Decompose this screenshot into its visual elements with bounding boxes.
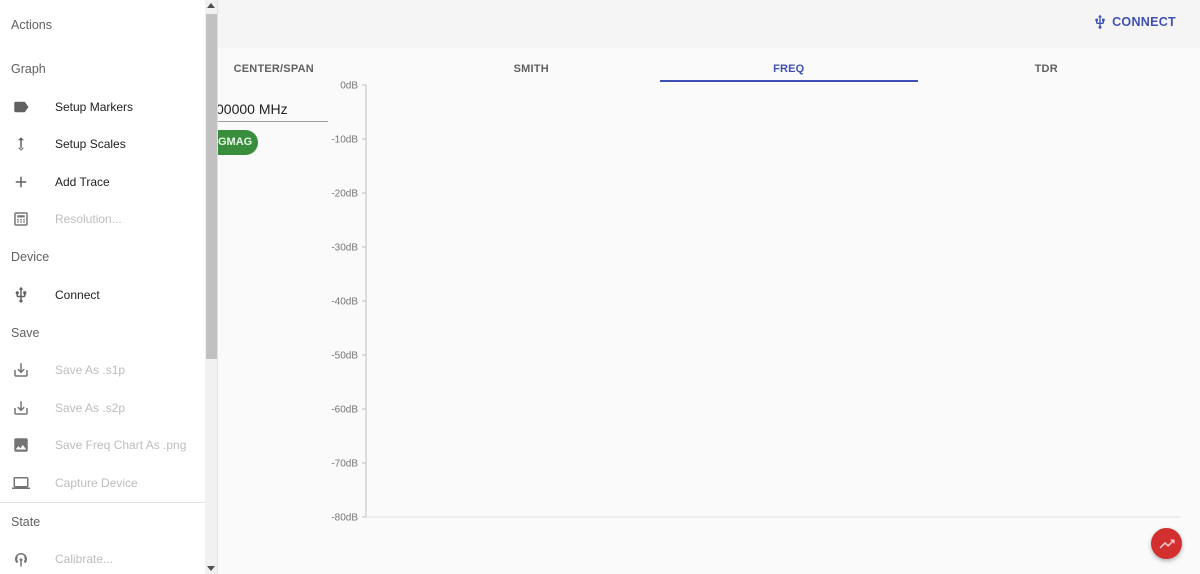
menu-label: Capture Device xyxy=(55,475,138,490)
download-icon xyxy=(13,363,28,377)
chart-fab-button[interactable] xyxy=(1151,528,1182,559)
y-tick-label: -10dB xyxy=(331,135,358,146)
menu-label: Setup Markers xyxy=(55,99,134,114)
section-device: Device xyxy=(11,250,50,264)
section-state: State xyxy=(11,514,41,529)
scroll-down-arrow-icon[interactable] xyxy=(207,566,215,571)
menu-add-trace[interactable]: Add Trace xyxy=(0,163,205,201)
menu-label: Add Trace xyxy=(55,174,110,189)
y-tick-label: 0dB xyxy=(340,81,358,92)
menu-label: Save As .s1p xyxy=(55,363,126,378)
freq-chart: 0dB -10dB -20dB -30dB -40dB -50dB -60dB -70dB -8… xyxy=(331,81,1180,524)
menu-save-s1p[interactable]: Save As .s1p xyxy=(0,352,205,390)
menu-label: Setup Scales xyxy=(55,137,126,152)
scroll-thumb[interactable] xyxy=(206,14,217,359)
trending-up-icon xyxy=(1159,539,1174,548)
navigation-drawer: Actions Graph Setup Markers Setup Scales… xyxy=(0,0,218,574)
menu-connect[interactable]: Connect xyxy=(0,276,205,314)
menu-capture-device[interactable]: Capture Device xyxy=(0,464,205,502)
scroll-up-arrow-icon[interactable] xyxy=(207,3,215,8)
usb-icon xyxy=(1095,14,1105,29)
section-save: Save xyxy=(11,325,40,340)
connect-label: CONNECT xyxy=(1112,15,1176,29)
menu-resolution[interactable]: Resolution... xyxy=(0,201,205,239)
menu-setup-markers[interactable]: Setup Markers xyxy=(0,88,205,126)
y-tick-label: -60dB xyxy=(331,405,358,416)
y-tick-label: -80dB xyxy=(331,513,358,524)
y-tick-label: -40dB xyxy=(331,297,358,308)
y-tick-label: -20dB xyxy=(331,189,358,200)
connect-button[interactable]: CONNECT xyxy=(1092,14,1176,30)
drawer-scrollbar[interactable] xyxy=(205,0,217,574)
y-tick-label: -50dB xyxy=(331,351,358,362)
y-tick-label: -70dB xyxy=(331,459,358,470)
menu-save-freq-chart[interactable]: Save Freq Chart As .png xyxy=(0,427,205,465)
section-graph: Graph xyxy=(11,62,46,76)
calculator-icon xyxy=(13,212,28,226)
menu-setup-scales[interactable]: Setup Scales xyxy=(0,126,205,164)
vertical-arrows-icon xyxy=(17,137,24,151)
menu-label: Resolution... xyxy=(55,212,122,227)
antenna-icon xyxy=(14,553,27,567)
label-icon xyxy=(13,101,28,112)
menu-label: Connect xyxy=(55,287,100,302)
y-tick-label: -30dB xyxy=(331,243,358,254)
plus-icon xyxy=(15,176,26,187)
usb-icon xyxy=(15,286,26,303)
menu-label: Save Freq Chart As .png xyxy=(55,438,187,453)
menu-label: Calibrate... xyxy=(55,552,114,567)
menu-calibrate[interactable]: Calibrate... xyxy=(0,541,205,574)
section-actions: Actions xyxy=(11,18,52,32)
menu-save-s2p[interactable]: Save As .s2p xyxy=(0,389,205,427)
menu-label: Save As .s2p xyxy=(55,400,126,415)
download-icon xyxy=(13,401,28,415)
laptop-icon xyxy=(11,476,30,489)
image-icon xyxy=(13,438,28,452)
